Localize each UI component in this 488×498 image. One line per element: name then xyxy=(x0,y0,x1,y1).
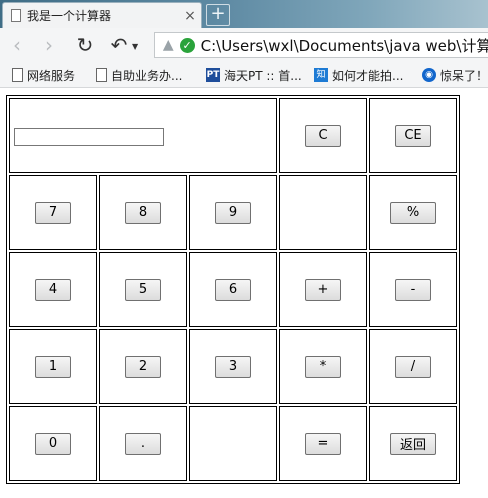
bookmark-item[interactable]: 自助业务办... xyxy=(96,65,182,85)
calculator-row: 0 . = 返回 xyxy=(9,406,457,481)
bookmark-item[interactable]: 知 如何才能拍... xyxy=(314,65,403,85)
calculator-table: C CE 7 8 9 % 4 5 6 + - 1 2 3 * / 0 . = 返… xyxy=(6,95,460,484)
digit-0-button[interactable]: 0 xyxy=(35,432,71,455)
browser-chrome: 我是一个计算器 × + ‹ › ↻ ↶ ▼ ▲ ✓ 网络服务 自助业务办... … xyxy=(0,0,488,88)
bookmarks-bar: 网络服务 自助业务办... PT 海天PT :: 首... 知 如何才能拍...… xyxy=(0,62,488,88)
multiply-button[interactable]: * xyxy=(305,355,341,378)
button-cell: 5 xyxy=(99,252,187,327)
bookmark-item[interactable]: ◉ 惊呆了！ xyxy=(422,65,488,85)
bookmark-label: 自助业务办... xyxy=(111,68,183,83)
button-cell: * xyxy=(279,329,367,404)
button-cell: + xyxy=(279,252,367,327)
back-button[interactable]: 返回 xyxy=(390,432,436,455)
decimal-point-button[interactable]: . xyxy=(125,432,161,455)
browser-toolbar: ‹ › ↻ ↶ ▼ ▲ ✓ xyxy=(0,28,488,62)
digit-2-button[interactable]: 2 xyxy=(125,355,161,378)
digit-3-button[interactable]: 3 xyxy=(215,355,251,378)
reload-icon[interactable]: ↻ xyxy=(74,34,96,56)
calculator-display[interactable] xyxy=(14,127,164,146)
button-cell: / xyxy=(369,329,457,404)
document-icon xyxy=(12,68,23,82)
document-icon xyxy=(96,68,107,82)
button-cell: 返回 xyxy=(369,406,457,481)
undo-dropdown-icon[interactable]: ▼ xyxy=(132,42,138,51)
address-input[interactable] xyxy=(200,36,488,54)
button-cell: 9 xyxy=(189,175,277,250)
empty-cell xyxy=(279,175,367,250)
equals-button[interactable]: = xyxy=(305,432,341,455)
close-tab-icon[interactable]: × xyxy=(179,8,201,24)
eye-icon: ◉ xyxy=(422,68,436,82)
digit-4-button[interactable]: 4 xyxy=(35,278,71,301)
calculator-row: C CE xyxy=(9,98,457,173)
clear-button[interactable]: C xyxy=(305,124,341,147)
button-cell: 8 xyxy=(99,175,187,250)
back-arrow-icon[interactable]: ‹ xyxy=(6,34,28,56)
bookmark-label: 如何才能拍... xyxy=(332,68,404,83)
button-cell: CE xyxy=(369,98,457,173)
button-cell: 6 xyxy=(189,252,277,327)
pt-logo-icon: PT xyxy=(206,68,220,82)
bookmark-label: 惊呆了！ xyxy=(440,68,488,83)
digit-1-button[interactable]: 1 xyxy=(35,355,71,378)
digit-6-button[interactable]: 6 xyxy=(215,278,251,301)
browser-tab[interactable]: 我是一个计算器 × xyxy=(2,2,202,28)
button-cell: % xyxy=(369,175,457,250)
button-cell: 0 xyxy=(9,406,97,481)
tab-title: 我是一个计算器 xyxy=(27,9,112,23)
divide-button[interactable]: / xyxy=(395,355,431,378)
bookmark-item[interactable]: 网络服务 xyxy=(12,65,75,85)
digit-8-button[interactable]: 8 xyxy=(125,201,161,224)
calculator-row: 7 8 9 % xyxy=(9,175,457,250)
button-cell: . xyxy=(99,406,187,481)
digit-9-button[interactable]: 9 xyxy=(215,201,251,224)
secure-shield-icon: ✓ xyxy=(179,37,195,53)
button-cell: - xyxy=(369,252,457,327)
button-cell: 3 xyxy=(189,329,277,404)
calculator-row: 1 2 3 * / xyxy=(9,329,457,404)
browser-logo-icon: ▲ xyxy=(162,37,174,53)
digit-7-button[interactable]: 7 xyxy=(35,201,71,224)
clear-entry-button[interactable]: CE xyxy=(395,124,431,147)
page-icon xyxy=(11,9,21,22)
bookmark-item[interactable]: PT 海天PT :: 首... xyxy=(206,65,302,85)
button-cell: = xyxy=(279,406,367,481)
calculator-row: 4 5 6 + - xyxy=(9,252,457,327)
digit-5-button[interactable]: 5 xyxy=(125,278,161,301)
empty-cell xyxy=(189,406,277,481)
percent-button[interactable]: % xyxy=(390,201,436,224)
button-cell: 2 xyxy=(99,329,187,404)
undo-icon[interactable]: ↶ xyxy=(108,34,130,56)
button-cell: 7 xyxy=(9,175,97,250)
button-cell: 4 xyxy=(9,252,97,327)
plus-button[interactable]: + xyxy=(305,278,341,301)
new-tab-button[interactable]: + xyxy=(206,4,230,26)
button-cell: 1 xyxy=(9,329,97,404)
button-cell: C xyxy=(279,98,367,173)
zhihu-icon: 知 xyxy=(314,68,328,82)
bookmark-label: 海天PT :: 首... xyxy=(224,68,302,83)
minus-button[interactable]: - xyxy=(395,278,431,301)
bookmark-label: 网络服务 xyxy=(27,68,76,83)
address-bar[interactable]: ▲ ✓ xyxy=(154,32,488,58)
display-cell xyxy=(9,98,277,173)
forward-arrow-icon[interactable]: › xyxy=(38,34,60,56)
